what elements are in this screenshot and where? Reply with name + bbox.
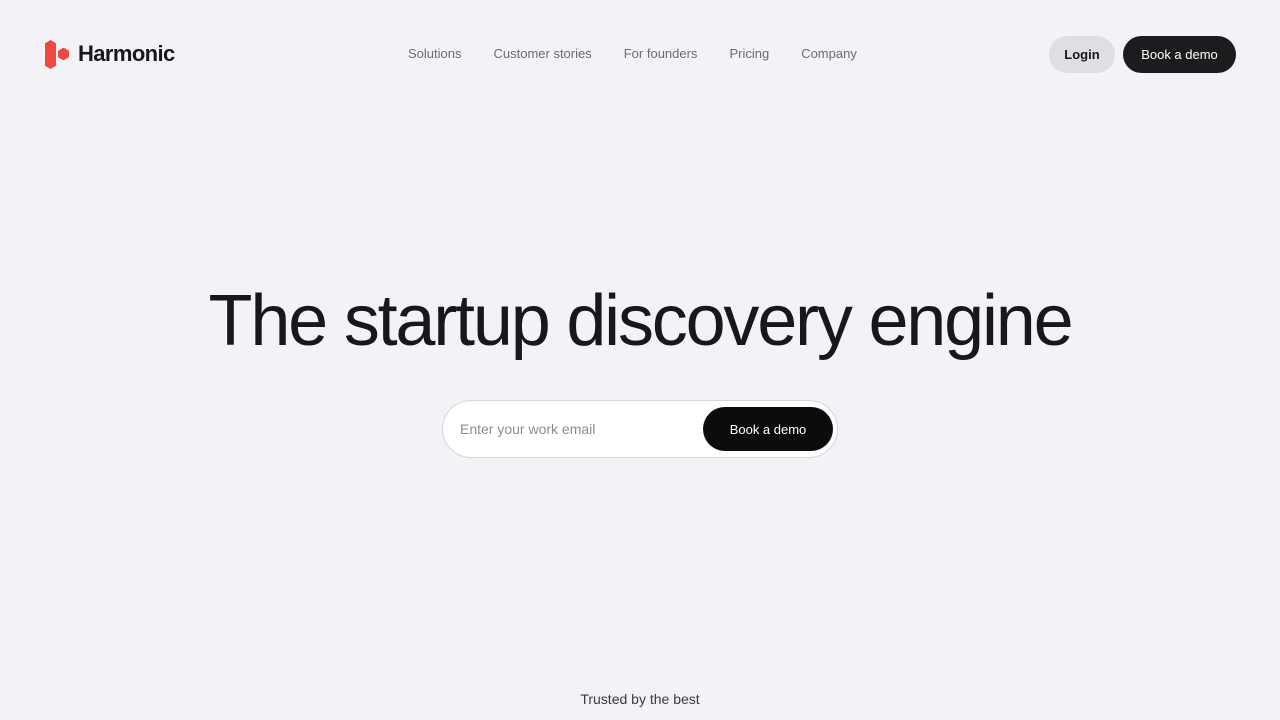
hexagon-cluster-icon — [45, 39, 69, 69]
nav-item-customer-stories[interactable]: Customer stories — [493, 44, 591, 64]
nav-item-solutions[interactable]: Solutions — [408, 44, 461, 64]
nav-item-company[interactable]: Company — [801, 44, 857, 64]
trusted-by-label: Trusted by the best — [580, 691, 700, 707]
nav-item-pricing[interactable]: Pricing — [729, 44, 769, 64]
logo-link[interactable]: Harmonic — [44, 38, 175, 70]
site-header: Harmonic Solutions Customer stories For … — [0, 0, 1280, 108]
work-email-input[interactable] — [460, 415, 695, 443]
email-signup-form: Book a demo — [442, 400, 838, 458]
brand-name: Harmonic — [78, 41, 175, 66]
main-nav: Solutions Customer stories For founders … — [408, 44, 857, 64]
login-button[interactable]: Login — [1049, 36, 1115, 73]
hero-book-demo-button[interactable]: Book a demo — [703, 407, 833, 451]
page: Harmonic Solutions Customer stories For … — [0, 0, 1280, 720]
header-book-demo-button[interactable]: Book a demo — [1123, 36, 1236, 73]
nav-item-for-founders[interactable]: For founders — [624, 44, 698, 64]
hero-title: The startup discovery engine — [208, 281, 1074, 361]
